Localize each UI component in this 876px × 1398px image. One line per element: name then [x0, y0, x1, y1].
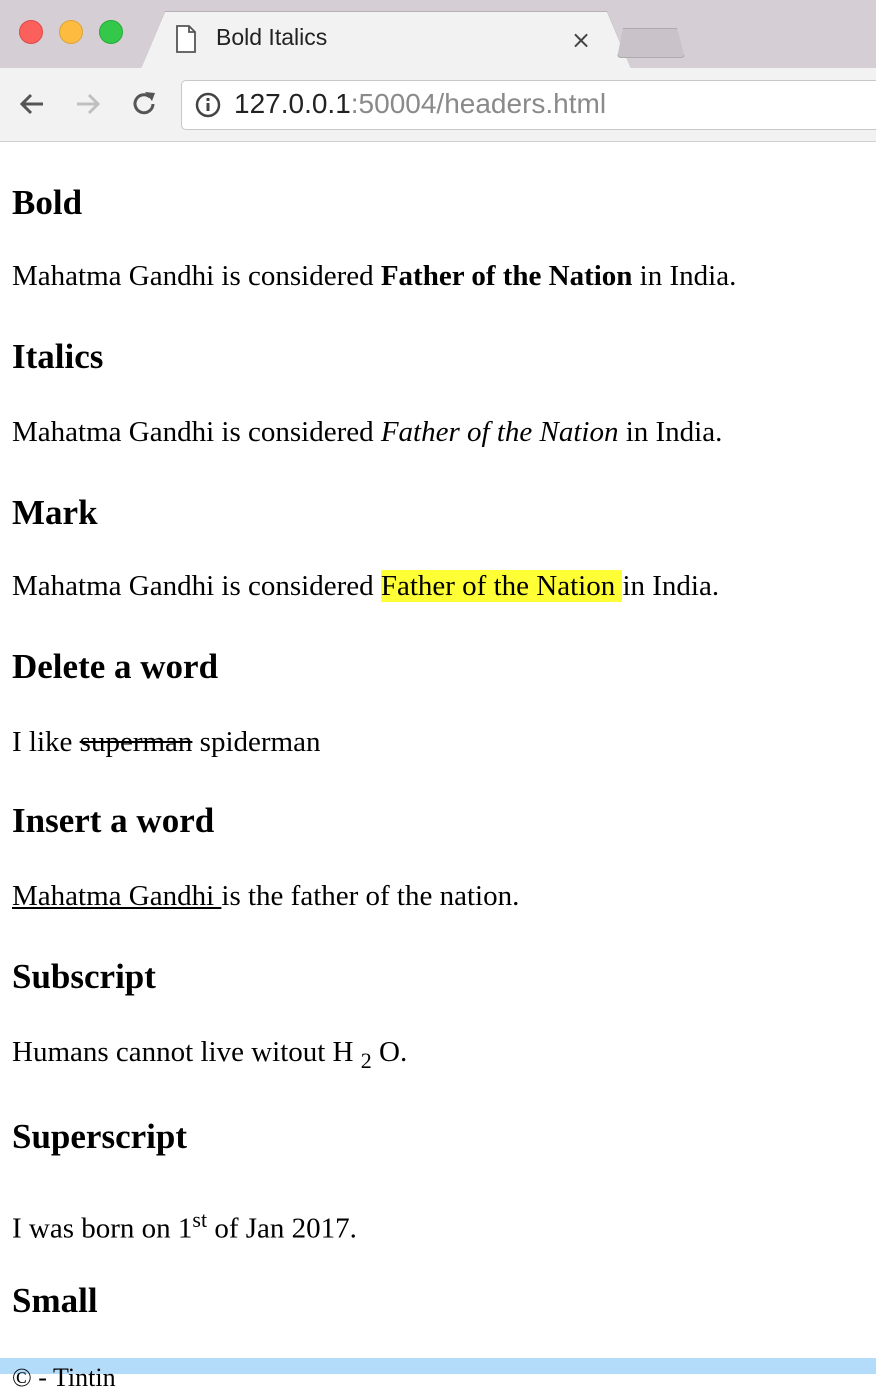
heading-insert: Insert a word: [12, 801, 215, 840]
paragraph-bold: Mahatma Gandhi is considered Father of t…: [12, 259, 736, 293]
info-icon[interactable]: [195, 92, 221, 118]
paragraph-mark: Mahatma Gandhi is considered Father of t…: [12, 569, 719, 603]
paragraph-subscript: Humans cannot live witout H 2 O.: [12, 1035, 407, 1078]
minimize-window-button[interactable]: [59, 20, 83, 44]
url-path: :50004/headers.html: [350, 88, 607, 119]
tab-active[interactable]: [141, 12, 631, 69]
reload-icon[interactable]: [128, 88, 160, 120]
superscript-text: st: [192, 1207, 208, 1232]
tab-title: Bold Italics: [216, 24, 328, 50]
maximize-window-button[interactable]: [99, 20, 123, 44]
paragraph-delete: I like superman spiderman: [12, 725, 320, 759]
forward-arrow-icon[interactable]: [72, 88, 104, 120]
heading-small: Small: [12, 1281, 98, 1320]
text: Mahatma Gandhi is considered: [12, 416, 381, 448]
footer-bar: [0, 1358, 876, 1374]
footer-copyright: © - Tintin: [12, 1363, 116, 1392]
new-tab-button[interactable]: [617, 28, 685, 58]
bold-text: Father of the Nation: [380, 260, 633, 292]
text: of Jan 2017.: [207, 1212, 357, 1245]
text: in India.: [622, 570, 720, 602]
document-icon: [176, 25, 196, 53]
text: Humans cannot live witout H: [12, 1036, 361, 1068]
paragraph-italics: Mahatma Gandhi is considered Father of t…: [12, 415, 722, 449]
paragraph-insert: Mahatma Gandhi is the father of the nati…: [12, 879, 519, 913]
subscript-text: 2: [360, 1047, 372, 1073]
inserted-text: Mahatma Gandhi: [12, 880, 222, 912]
text: is the father of the nation.: [221, 880, 520, 912]
text: spiderman: [192, 726, 321, 758]
heading-delete: Delete a word: [12, 647, 219, 686]
paragraph-superscript: I was born on 1st of Jan 2017.: [12, 1203, 357, 1246]
heading-mark: Mark: [12, 493, 98, 532]
back-arrow-icon[interactable]: [16, 88, 48, 120]
text: in India.: [618, 416, 723, 448]
heading-subscript: Subscript: [12, 957, 156, 996]
url-text[interactable]: 127.0.0.1:50004/headers.html: [234, 88, 606, 120]
url-host: 127.0.0.1: [234, 88, 351, 119]
text: Mahatma Gandhi is considered: [12, 260, 381, 292]
text: O.: [371, 1036, 408, 1068]
heading-bold: Bold: [12, 183, 83, 222]
tab-close-icon[interactable]: ×: [569, 28, 593, 52]
text: I like: [12, 726, 80, 758]
text: I was born on 1: [12, 1212, 193, 1245]
heading-italics: Italics: [12, 337, 104, 376]
text: in India.: [632, 260, 737, 292]
heading-superscript: Superscript: [12, 1117, 187, 1156]
close-window-button[interactable]: [19, 20, 43, 44]
italic-text: Father of the Nation: [380, 416, 619, 448]
text: Mahatma Gandhi is considered: [12, 570, 381, 602]
deleted-text: superman: [79, 726, 193, 758]
highlighted-text: Father of the Nation: [380, 570, 623, 602]
